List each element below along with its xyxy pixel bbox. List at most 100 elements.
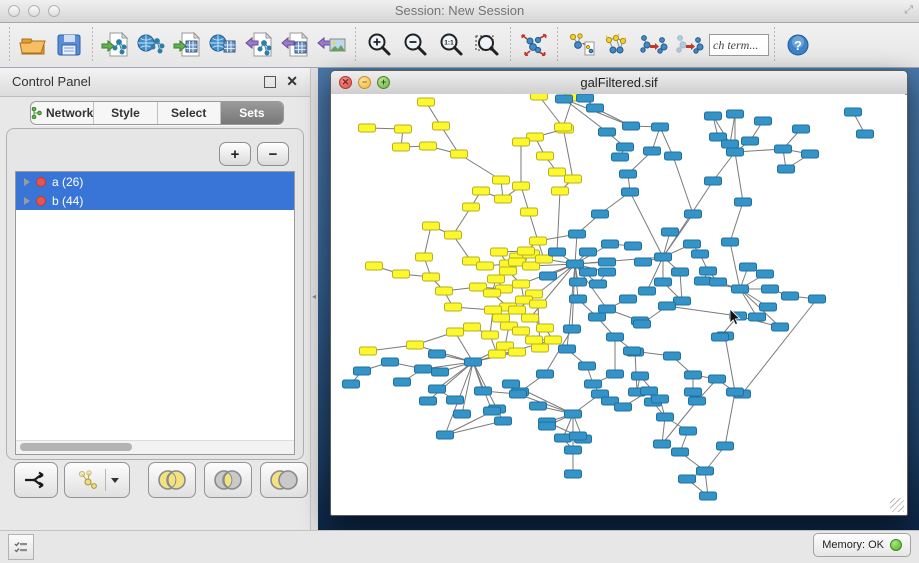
network-node[interactable] xyxy=(530,300,547,308)
create-set-from-network-button[interactable] xyxy=(64,462,130,498)
network-node[interactable] xyxy=(513,138,530,146)
network-node[interactable] xyxy=(590,280,607,288)
network-node[interactable] xyxy=(585,380,602,388)
dropdown-arrow-icon[interactable] xyxy=(111,478,119,483)
disclosure-triangle-icon[interactable] xyxy=(24,197,30,205)
network-node[interactable] xyxy=(679,475,696,483)
network-node[interactable] xyxy=(445,231,462,239)
help-button[interactable]: ? xyxy=(780,25,816,65)
network-node[interactable] xyxy=(484,407,501,415)
network-node[interactable] xyxy=(722,238,739,246)
hide-selected-button[interactable] xyxy=(635,25,671,65)
network-node[interactable] xyxy=(407,341,424,349)
network-node[interactable] xyxy=(570,432,587,440)
network-node[interactable] xyxy=(685,210,702,218)
network-node[interactable] xyxy=(685,371,702,379)
network-node[interactable] xyxy=(570,295,587,303)
network-graph[interactable] xyxy=(331,94,905,513)
network-node[interactable] xyxy=(530,402,547,410)
network-node[interactable] xyxy=(540,272,557,280)
network-node[interactable] xyxy=(382,358,399,366)
network-node[interactable] xyxy=(727,148,744,156)
network-node[interactable] xyxy=(366,262,383,270)
split-set-button[interactable] xyxy=(14,462,58,498)
network-node[interactable] xyxy=(522,314,539,322)
network-node[interactable] xyxy=(727,388,744,396)
network-canvas[interactable] xyxy=(331,94,905,513)
network-node[interactable] xyxy=(742,137,759,145)
network-node[interactable] xyxy=(655,278,672,286)
network-node[interactable] xyxy=(570,278,587,286)
network-node[interactable] xyxy=(565,410,582,418)
network-node[interactable] xyxy=(521,208,538,216)
network-node[interactable] xyxy=(599,305,616,313)
close-panel-icon[interactable]: ✕ xyxy=(286,73,298,90)
network-node[interactable] xyxy=(617,143,634,151)
network-node[interactable] xyxy=(793,125,810,133)
network-node[interactable] xyxy=(513,280,530,288)
network-node[interactable] xyxy=(652,395,669,403)
network-node[interactable] xyxy=(644,147,661,155)
network-node[interactable] xyxy=(545,336,562,344)
network-node[interactable] xyxy=(454,410,471,418)
network-view-window[interactable]: ✕ − + galFiltered.sif xyxy=(330,70,908,516)
network-node[interactable] xyxy=(689,397,706,405)
network-node[interactable] xyxy=(433,122,450,130)
network-node[interactable] xyxy=(556,95,573,103)
network-node[interactable] xyxy=(423,273,440,281)
import-network-web-button[interactable] xyxy=(134,25,170,65)
network-node[interactable] xyxy=(717,442,734,450)
network-node[interactable] xyxy=(429,350,446,358)
network-node[interactable] xyxy=(360,347,377,355)
network-node[interactable] xyxy=(655,253,672,261)
export-table-button[interactable] xyxy=(278,25,314,65)
network-node[interactable] xyxy=(463,203,480,211)
network-node[interactable] xyxy=(531,94,548,100)
network-node[interactable] xyxy=(495,417,512,425)
network-node[interactable] xyxy=(589,313,606,321)
network-node[interactable] xyxy=(705,112,722,120)
network-node[interactable] xyxy=(599,258,616,266)
network-node[interactable] xyxy=(665,152,682,160)
network-node[interactable] xyxy=(680,427,697,435)
network-node[interactable] xyxy=(565,470,582,478)
network-node[interactable] xyxy=(537,152,554,160)
save-session-button[interactable] xyxy=(51,25,87,65)
collapse-panel-icon[interactable]: ◂ xyxy=(312,292,316,301)
network-node[interactable] xyxy=(620,170,637,178)
network-node[interactable] xyxy=(477,262,494,270)
network-node[interactable] xyxy=(782,292,799,300)
network-node[interactable] xyxy=(359,124,376,132)
network-node[interactable] xyxy=(695,277,712,285)
network-node[interactable] xyxy=(509,348,526,356)
network-node[interactable] xyxy=(809,295,826,303)
network-node[interactable] xyxy=(549,168,566,176)
network-node[interactable] xyxy=(415,365,432,373)
network-node[interactable] xyxy=(845,108,862,116)
network-node[interactable] xyxy=(599,268,616,276)
network-node[interactable] xyxy=(599,128,616,136)
network-node[interactable] xyxy=(491,248,508,256)
network-node[interactable] xyxy=(735,198,752,206)
network-node[interactable] xyxy=(577,94,594,102)
network-node[interactable] xyxy=(559,345,576,353)
task-history-button[interactable] xyxy=(8,534,34,560)
network-node[interactable] xyxy=(482,331,499,339)
network-node[interactable] xyxy=(503,380,520,388)
horizontal-scrollbar[interactable] xyxy=(16,440,294,454)
network-node[interactable] xyxy=(684,240,701,248)
network-node[interactable] xyxy=(625,242,642,250)
network-node[interactable] xyxy=(634,320,651,328)
network-node[interactable] xyxy=(587,104,604,112)
network-node[interactable] xyxy=(700,267,717,275)
difference-sets-button[interactable] xyxy=(260,462,308,498)
zoom-in-button[interactable] xyxy=(361,25,397,65)
network-node[interactable] xyxy=(607,333,624,341)
network-node[interactable] xyxy=(709,375,726,383)
network-node[interactable] xyxy=(393,270,410,278)
network-node[interactable] xyxy=(537,324,554,332)
network-node[interactable] xyxy=(664,352,681,360)
network-node[interactable] xyxy=(620,295,637,303)
network-node[interactable] xyxy=(592,210,609,218)
network-node[interactable] xyxy=(416,253,433,261)
